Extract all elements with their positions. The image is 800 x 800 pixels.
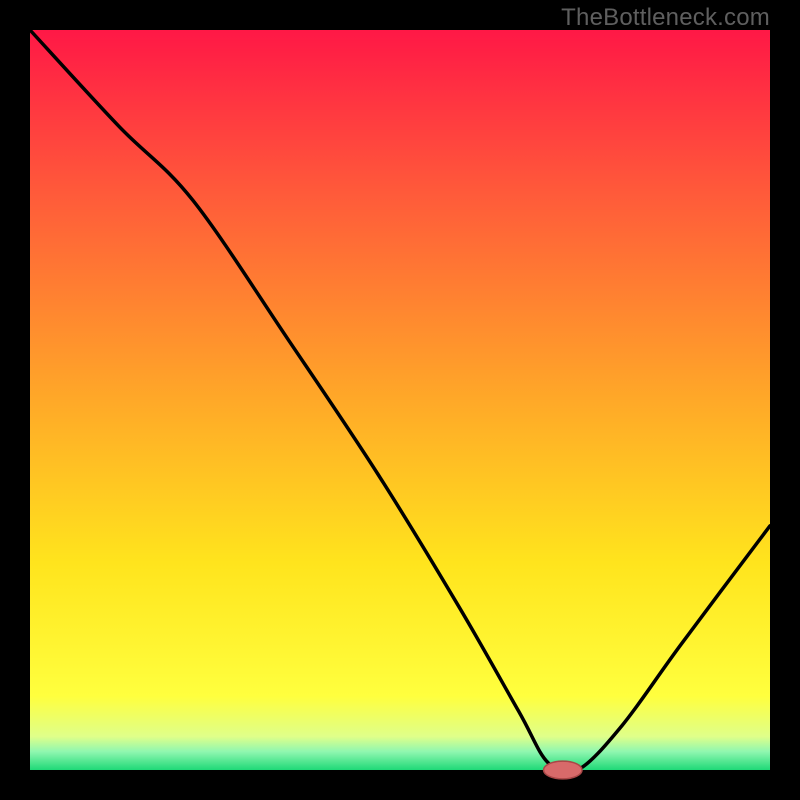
plot-area xyxy=(30,30,770,770)
optimum-marker xyxy=(544,761,582,779)
watermark-text: TheBottleneck.com xyxy=(561,4,770,32)
chart-svg xyxy=(30,30,770,770)
bottleneck-curve xyxy=(30,30,770,773)
